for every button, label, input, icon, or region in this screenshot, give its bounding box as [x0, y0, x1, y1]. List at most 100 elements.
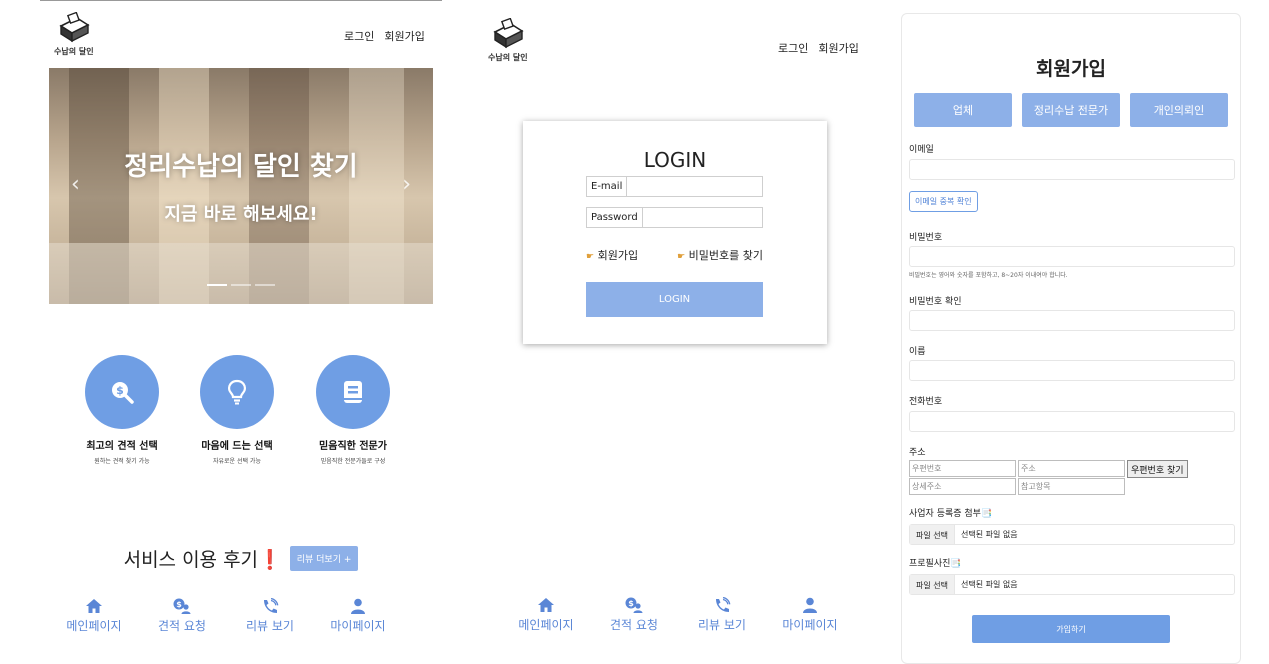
file-name: 선택된 파일 없음 [960, 580, 1018, 589]
hero-carousel: 정리수납의 달인 찾기 지금 바로 해보세요! ‹ › [49, 68, 433, 304]
feature-title: 믿음직한 전문가 [319, 441, 387, 452]
feature-best-quote: $ 최고의 견적 선택 원하는 견적 찾기 가능 [62, 355, 182, 465]
carousel-dot[interactable] [231, 284, 251, 286]
password-field: Password [586, 207, 763, 228]
password-input[interactable] [642, 208, 762, 227]
feature-desc: 자유로운 선택 가능 [213, 458, 261, 465]
file-select-button[interactable]: 파일 선택 [910, 525, 955, 544]
more-reviews-button[interactable]: 리뷰 더보기 + [289, 546, 359, 571]
login-link[interactable]: 로그인 [344, 28, 374, 44]
carousel-dot[interactable] [207, 284, 227, 286]
login-page-panel: 수납의 달인 로그인 회원가입 LOGIN E-mail Password ☛ … [476, 0, 876, 664]
pointing-hand-icon: ☛ [586, 252, 595, 262]
profile-photo-label: 프로필사진📑 [909, 559, 962, 569]
review-section: 서비스 이용 후기❗ 리뷰 더보기 + [40, 545, 442, 572]
nav-label: 견적 요청 [610, 618, 658, 632]
signup-title: 회원가입 [1036, 58, 1106, 80]
file-select-button[interactable]: 파일 선택 [910, 575, 955, 594]
password-label: 비밀번호 [909, 233, 943, 243]
dollar-search-icon: $ [85, 355, 159, 429]
nav-label: 메인페이지 [518, 618, 574, 632]
feature-title: 마음에 드는 선택 [201, 441, 273, 452]
signup-link[interactable]: 회원가입 [384, 28, 424, 44]
signup-link[interactable]: ☛ 회원가입 [586, 247, 638, 263]
nav-mypage[interactable]: 마이페이지 [766, 597, 854, 633]
profile-photo-file[interactable]: 파일 선택 선택된 파일 없음 [909, 574, 1235, 595]
logo-text: 수납의 달인 [488, 53, 528, 62]
business-registration-file[interactable]: 파일 선택 선택된 파일 없음 [909, 524, 1235, 545]
email-label: 이메일 [909, 145, 934, 155]
lightbulb-icon [200, 355, 274, 429]
address-input[interactable]: 주소 [1018, 460, 1125, 477]
find-postcode-button[interactable]: 우편번호 찾기 [1127, 460, 1188, 478]
logo-text: 수납의 달인 [54, 47, 94, 56]
feature-desc: 믿음직한 전문가들로 구성 [320, 458, 386, 465]
email-duplicate-check-button[interactable]: 이메일 중복 확인 [909, 191, 978, 212]
email-input[interactable] [909, 159, 1235, 180]
book-icon [316, 355, 390, 429]
name-input[interactable] [909, 360, 1235, 381]
nav-reviews[interactable]: 리뷰 보기 [678, 597, 766, 633]
login-button[interactable]: LOGIN [586, 282, 763, 317]
carousel-dot[interactable] [255, 284, 275, 286]
svg-text:$: $ [116, 384, 124, 397]
logo[interactable]: 수납의 달인 [488, 18, 528, 63]
carousel-subtitle: 지금 바로 해보세요! [164, 204, 318, 225]
nav-label: 마이페이지 [782, 618, 838, 632]
drawer-logo-icon [59, 12, 90, 43]
password-confirm-label: 비밀번호 확인 [909, 297, 962, 307]
nav-label: 메인페이지 [66, 619, 122, 633]
login-form: LOGIN E-mail Password ☛ 회원가입 ☛ 비밀번호를 찾기 … [523, 121, 827, 344]
login-links: ☛ 회원가입 ☛ 비밀번호를 찾기 [586, 247, 763, 263]
password-hint: 비밀번호는 영어와 숫자를 포함하고, 8~20자 이내여야 합니다. [909, 272, 1068, 279]
feature-expert: 믿음직한 전문가 믿음직한 전문가들로 구성 [293, 355, 413, 465]
nav-label: 견적 요청 [158, 619, 206, 633]
tab-organizer[interactable]: 정리수납 전문가 [1022, 93, 1120, 127]
business-registration-label: 사업자 등록증 첨부📑 [909, 509, 993, 519]
tab-individual[interactable]: 개인의뢰인 [1130, 93, 1228, 127]
main-page-panel: 수납의 달인 로그인 회원가입 정리수납의 달인 찾기 지금 바로 해보세요! … [40, 0, 442, 664]
feature-desc: 원하는 견적 찾기 가능 [94, 458, 150, 465]
auth-links: 로그인 회원가입 [344, 28, 425, 44]
postcode-input[interactable]: 우편번호 [909, 460, 1016, 477]
password-confirm-input[interactable] [909, 310, 1235, 331]
detail-address-input[interactable]: 상세주소 [909, 478, 1016, 495]
carousel-next-icon[interactable]: › [402, 172, 411, 197]
nav-mypage[interactable]: 마이페이지 [314, 598, 402, 634]
nav-label: 리뷰 보기 [246, 619, 294, 633]
nav-label: 리뷰 보기 [698, 618, 746, 632]
address-label: 주소 [909, 448, 926, 458]
phone-input[interactable] [909, 411, 1235, 432]
email-label: E-mail [587, 177, 628, 196]
nav-quote[interactable]: $ 견적 요청 [590, 597, 678, 633]
logo[interactable]: 수납의 달인 [54, 12, 94, 57]
file-name: 선택된 파일 없음 [960, 530, 1018, 539]
login-link[interactable]: 로그인 [778, 40, 808, 56]
floor-bg [49, 243, 433, 304]
signup-link[interactable]: 회원가입 [818, 40, 858, 56]
drawer-logo-icon [493, 18, 524, 49]
quote-request-icon: $ [625, 597, 643, 613]
feature-title: 최고의 견적 선택 [86, 441, 158, 452]
phone-icon [264, 598, 279, 613]
home-icon [86, 599, 102, 613]
nav-reviews[interactable]: 리뷰 보기 [226, 598, 314, 634]
carousel-prev-icon[interactable]: ‹ [71, 172, 80, 197]
submit-signup-button[interactable]: 가입하기 [972, 615, 1170, 643]
phone-icon [716, 597, 731, 612]
find-password-link[interactable]: ☛ 비밀번호를 찾기 [677, 247, 763, 263]
login-title: LOGIN [643, 148, 707, 172]
exclamation-icon: ❗ [258, 549, 282, 571]
home-icon [538, 598, 554, 612]
phone-label: 전화번호 [909, 397, 943, 407]
tab-company[interactable]: 업체 [914, 93, 1012, 127]
nav-quote[interactable]: $ 견적 요청 [138, 598, 226, 634]
password-input[interactable] [909, 246, 1235, 267]
member-type-tabs: 업체 정리수납 전문가 개인의뢰인 [914, 93, 1228, 127]
user-icon [351, 598, 365, 614]
extra-address-input[interactable]: 참고항목 [1018, 478, 1125, 495]
email-input[interactable] [627, 177, 762, 196]
nav-main[interactable]: 메인페이지 [502, 597, 590, 633]
carousel-indicators [207, 284, 275, 286]
nav-main[interactable]: 메인페이지 [50, 598, 138, 634]
